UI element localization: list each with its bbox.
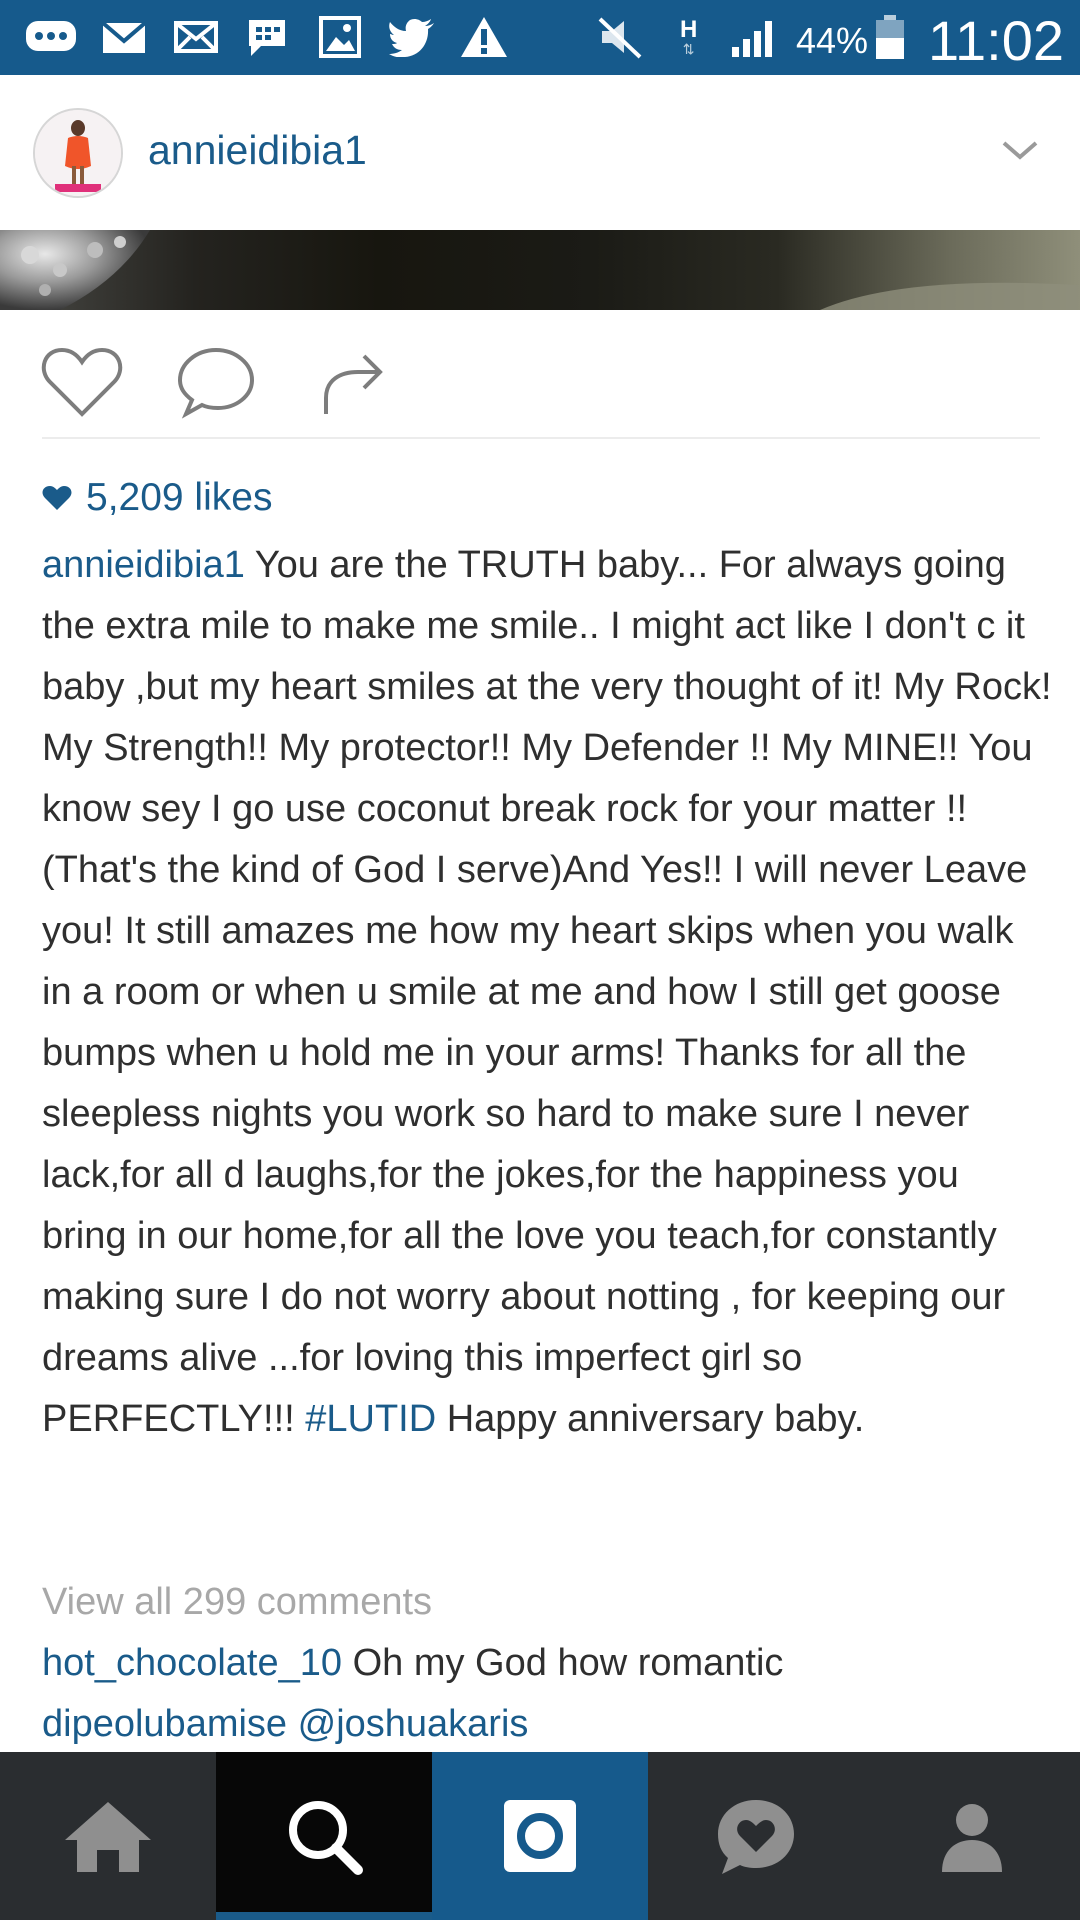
gmail-icon	[100, 16, 148, 58]
post-actions	[0, 310, 1080, 438]
caption-text-end: Happy anniversary baby.	[446, 1398, 865, 1440]
signal-icon	[730, 16, 780, 58]
chevron-down-icon[interactable]	[1000, 135, 1040, 165]
message-icon	[245, 16, 289, 58]
post-image[interactable]	[0, 230, 1080, 310]
email-icon	[172, 16, 220, 58]
tab-activity[interactable]	[648, 1752, 864, 1920]
comment-text: Oh my God how romantic	[352, 1642, 784, 1684]
twitter-icon	[388, 16, 436, 58]
chat-bubble-icon	[24, 16, 78, 58]
comment-item: dipeolubamise @joshuakaris	[42, 1697, 528, 1751]
tab-profile[interactable]	[864, 1752, 1080, 1920]
caption-username[interactable]: annieidibia1	[42, 544, 245, 586]
clock: 11:02	[928, 9, 1064, 72]
caption-hashtag[interactable]: #LUTID	[305, 1398, 436, 1440]
comment-mention[interactable]: @joshuakaris	[298, 1703, 529, 1745]
camera-icon	[504, 1800, 576, 1872]
search-icon	[289, 1801, 363, 1875]
status-bar: H ⇅ 44% 11:02	[0, 0, 1080, 75]
heart-icon[interactable]	[40, 342, 124, 422]
network-h-icon: H ⇅	[680, 16, 698, 57]
heart-filled-icon	[42, 486, 72, 510]
likes-count[interactable]: 5,209 likes	[42, 473, 272, 523]
post-header: annieidibia1	[0, 75, 1080, 230]
tab-camera[interactable]	[432, 1752, 648, 1920]
network-label: H	[680, 16, 698, 43]
gallery-icon	[318, 16, 362, 58]
comment-icon[interactable]	[174, 342, 258, 422]
warning-icon	[459, 16, 509, 58]
comment-item: hot_chocolate_10 Oh my God how romantic	[42, 1636, 783, 1690]
tab-search[interactable]	[216, 1752, 432, 1920]
comment-username[interactable]: hot_chocolate_10	[42, 1642, 342, 1684]
battery-percent: 44%	[796, 20, 869, 61]
avatar[interactable]	[33, 108, 123, 198]
post-caption: annieidibia1 You are the TRUTH baby... F…	[42, 535, 1052, 1450]
caption-text: You are the TRUTH baby... For always goi…	[42, 544, 1052, 1440]
post-username[interactable]: annieidibia1	[148, 127, 367, 174]
home-icon	[65, 1802, 151, 1872]
view-all-comments-link[interactable]: View all 299 comments	[42, 1575, 432, 1629]
share-icon[interactable]	[310, 342, 394, 422]
activity-icon	[718, 1800, 794, 1874]
battery-icon	[874, 15, 906, 59]
actions-divider	[42, 437, 1040, 439]
profile-icon	[942, 1804, 1002, 1872]
comment-username[interactable]: dipeolubamise	[42, 1703, 287, 1745]
mute-icon	[598, 16, 644, 59]
bottom-nav	[0, 1752, 1080, 1920]
likes-label: 5,209 likes	[86, 476, 273, 519]
tab-home[interactable]	[0, 1752, 216, 1920]
